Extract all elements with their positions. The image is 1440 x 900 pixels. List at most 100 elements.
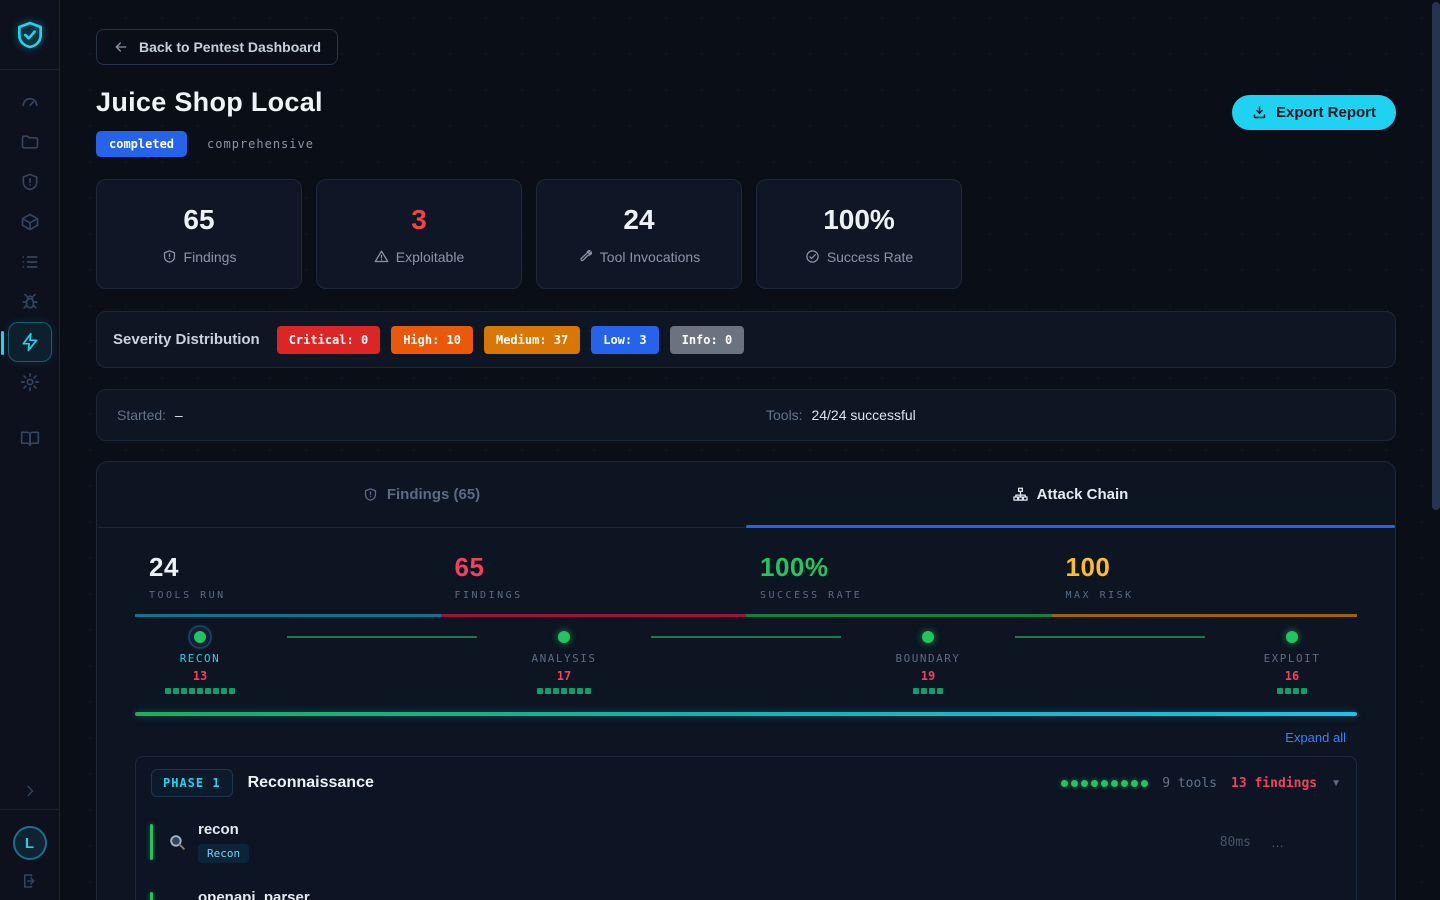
sitemap-icon bbox=[1013, 487, 1028, 502]
phase-dot bbox=[558, 631, 570, 643]
stat-value: 65 bbox=[183, 204, 214, 236]
timeline-node-exploit[interactable]: EXPLOIT 16 bbox=[1227, 631, 1357, 694]
shield-check-logo-icon bbox=[14, 19, 46, 51]
logout-button[interactable] bbox=[21, 872, 39, 890]
user-avatar[interactable]: L bbox=[13, 826, 47, 860]
phase-timeline: RECON 13 ANALYSIS 17 BOUNDARY 19 EX bbox=[135, 631, 1357, 694]
phase-badge: PHASE 1 bbox=[151, 769, 233, 797]
sidebar-item-tasks[interactable] bbox=[8, 242, 52, 282]
main-content: Back to Pentest Dashboard Juice Shop Loc… bbox=[60, 0, 1440, 900]
expand-all-link[interactable]: Expand all bbox=[1285, 730, 1346, 745]
sidebar-collapse-button[interactable] bbox=[0, 772, 59, 810]
bug-icon bbox=[20, 292, 40, 312]
zap-icon bbox=[20, 332, 40, 352]
tool-dots bbox=[1061, 780, 1148, 787]
arrow-left-icon bbox=[113, 39, 129, 55]
severity-badge-info: Info: 0 bbox=[670, 326, 745, 354]
tool-more-indicator: … bbox=[1271, 835, 1286, 850]
stat-value: 24 bbox=[623, 204, 654, 236]
folder-icon bbox=[20, 132, 40, 152]
tab-label: Findings (65) bbox=[387, 486, 480, 503]
shield-icon bbox=[363, 487, 378, 502]
active-indicator-bar bbox=[1, 331, 4, 355]
severity-badge-medium: Medium: 37 bbox=[484, 326, 580, 354]
tab-label: Attack Chain bbox=[1037, 486, 1129, 503]
app-logo[interactable] bbox=[0, 0, 59, 70]
back-button[interactable]: Back to Pentest Dashboard bbox=[96, 29, 338, 65]
chain-stats-row: 24 TOOLS RUN 65 FINDINGS 100% SUCCESS RA… bbox=[135, 552, 1357, 617]
tool-list: recon Recon 80ms … openapi_parser bbox=[136, 809, 1356, 900]
sidebar-item-attacks[interactable] bbox=[8, 322, 52, 362]
tool-status-bar bbox=[150, 892, 153, 900]
tool-squares bbox=[913, 688, 943, 694]
sidebar-footer: L bbox=[0, 772, 59, 900]
tool-row-recon[interactable]: recon Recon 80ms … bbox=[150, 813, 1342, 871]
stat-label-text: Tool Invocations bbox=[600, 249, 700, 265]
title-row: Juice Shop Local Export Report bbox=[96, 87, 1396, 118]
warning-triangle-icon bbox=[374, 249, 389, 264]
export-report-button[interactable]: Export Report bbox=[1232, 95, 1396, 130]
logout-icon bbox=[21, 872, 39, 890]
shield-alert-icon bbox=[20, 172, 40, 192]
timeline-connector bbox=[1015, 636, 1205, 638]
sidebar-item-dashboard[interactable] bbox=[8, 82, 52, 122]
tool-squares bbox=[1277, 688, 1307, 694]
sidebar-item-assets[interactable] bbox=[8, 202, 52, 242]
stat-label-text: Findings bbox=[184, 249, 237, 265]
timeline-node-boundary[interactable]: BOUNDARY 19 bbox=[863, 631, 993, 694]
vertical-scrollbar-thumb[interactable] bbox=[1432, 2, 1440, 510]
phase-findings-count: 13 findings bbox=[1231, 776, 1317, 791]
phase-dot bbox=[194, 631, 206, 643]
tab-attack-chain[interactable]: Attack Chain bbox=[746, 462, 1395, 527]
page-title: Juice Shop Local bbox=[96, 87, 1396, 118]
severity-badge-high: High: 10 bbox=[391, 326, 473, 354]
tools-label: Tools: bbox=[766, 407, 803, 423]
severity-title: Severity Distribution bbox=[113, 331, 260, 348]
badge-row: completed comprehensive bbox=[96, 131, 1396, 157]
back-button-label: Back to Pentest Dashboard bbox=[139, 39, 321, 55]
sidebar-item-settings[interactable] bbox=[8, 362, 52, 402]
stat-card-exploitable: 3 Exploitable bbox=[316, 179, 522, 289]
check-circle-icon bbox=[805, 249, 820, 264]
phase-tools-count: 9 tools bbox=[1162, 776, 1217, 791]
sidebar-item-vulnerabilities[interactable] bbox=[8, 162, 52, 202]
stat-card-tool-invocations: 24 Tool Invocations bbox=[536, 179, 742, 289]
attack-chain-card: Findings (65) Attack Chain 24 TOOLS RUN … bbox=[96, 461, 1396, 900]
timeline-connector bbox=[287, 636, 477, 638]
list-icon bbox=[20, 252, 40, 272]
tools-value: 24/24 successful bbox=[811, 407, 915, 423]
tool-squares bbox=[537, 688, 591, 694]
sidebar-item-docs[interactable] bbox=[8, 419, 52, 459]
chevron-down-icon: ▼ bbox=[1331, 778, 1341, 789]
active-tab-underline bbox=[746, 525, 1395, 528]
started-label: Started: bbox=[117, 407, 166, 423]
chain-stat-success-rate: 100% SUCCESS RATE bbox=[746, 552, 1052, 617]
run-meta-panel: Started: – Tools: 24/24 successful bbox=[96, 389, 1396, 441]
chain-stat-tools-run: 24 TOOLS RUN bbox=[135, 552, 441, 617]
gear-icon bbox=[20, 372, 40, 392]
severity-badge-critical: Critical: 0 bbox=[277, 326, 380, 354]
stat-card-success-rate: 100% Success Rate bbox=[756, 179, 962, 289]
tab-findings[interactable]: Findings (65) bbox=[97, 462, 746, 527]
sidebar-item-projects[interactable] bbox=[8, 122, 52, 162]
tool-row-openapi-parser[interactable]: openapi_parser API 218ms … bbox=[150, 881, 1342, 900]
download-icon bbox=[1252, 105, 1267, 120]
tool-duration: 80ms bbox=[1220, 835, 1251, 850]
stat-value: 100% bbox=[823, 204, 895, 236]
sidebar: L bbox=[0, 0, 60, 900]
sidebar-item-bugs[interactable] bbox=[8, 282, 52, 322]
timeline-connector bbox=[651, 636, 841, 638]
timeline-node-analysis[interactable]: ANALYSIS 17 bbox=[499, 631, 629, 694]
started-value: – bbox=[175, 407, 183, 423]
severity-badge-low: Low: 3 bbox=[591, 326, 658, 354]
tool-status-bar bbox=[150, 824, 153, 860]
sidebar-nav bbox=[0, 70, 59, 459]
magnifier-icon bbox=[165, 833, 189, 852]
phase-1-header[interactable]: PHASE 1 Reconnaissance 9 tools 13 findin… bbox=[136, 757, 1356, 809]
stat-value: 3 bbox=[411, 204, 427, 236]
timeline-node-recon[interactable]: RECON 13 bbox=[135, 631, 265, 694]
book-icon bbox=[20, 429, 40, 449]
gauge-icon bbox=[20, 92, 40, 112]
phase-dot bbox=[922, 631, 934, 643]
phase-dot bbox=[1286, 631, 1298, 643]
